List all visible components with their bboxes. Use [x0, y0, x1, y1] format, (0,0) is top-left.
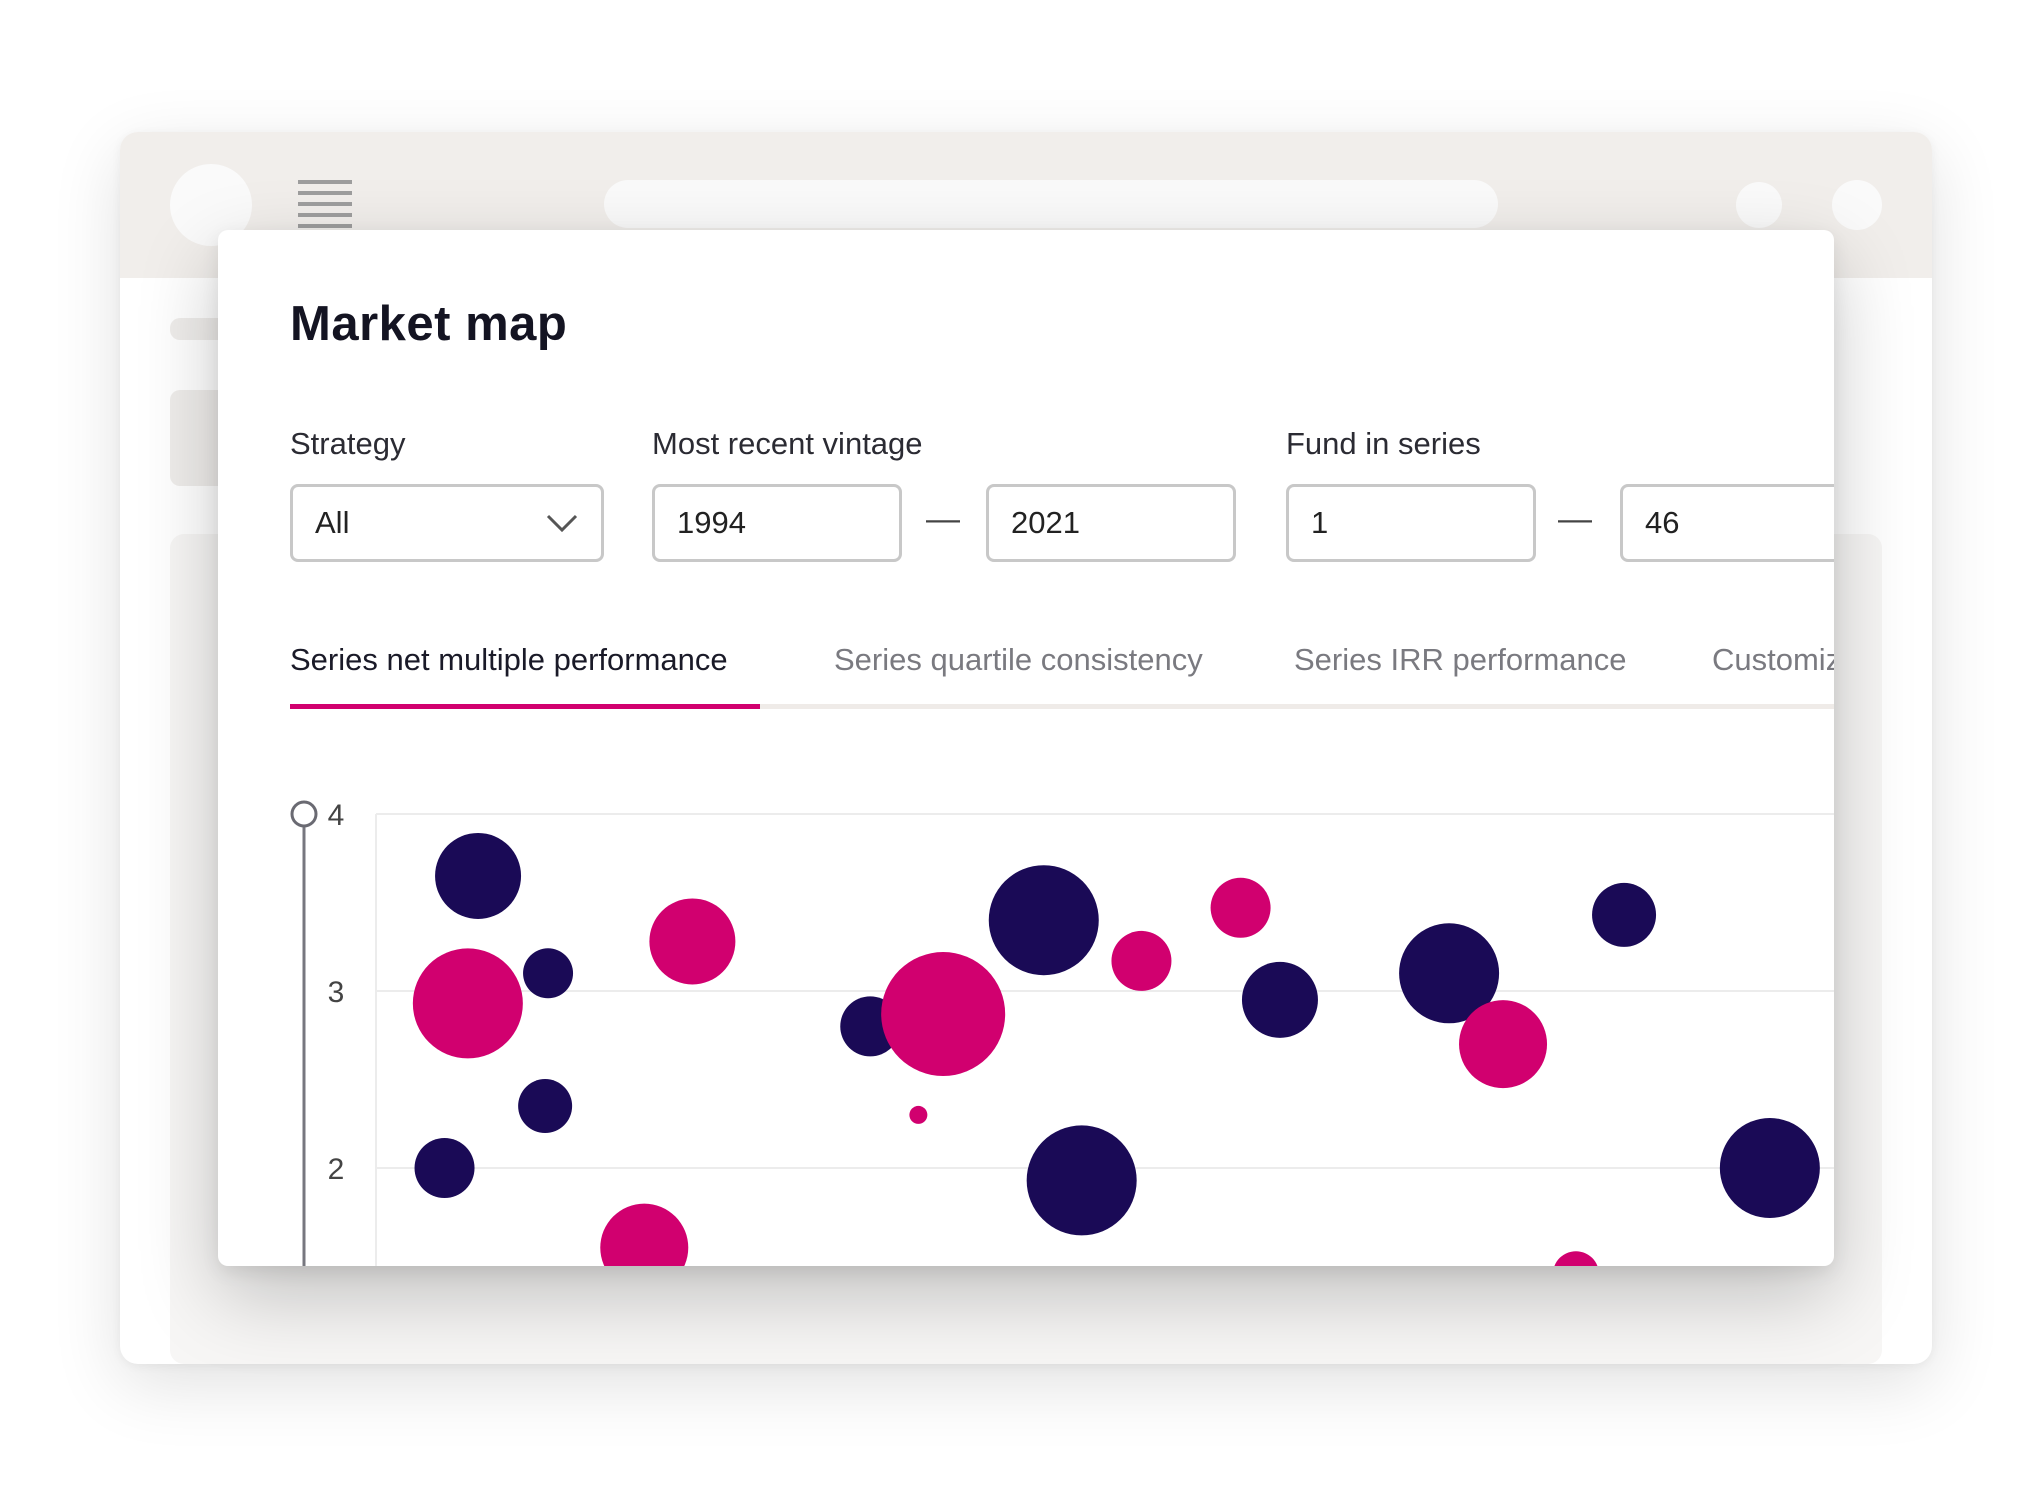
bubble[interactable] [909, 1105, 928, 1124]
bubble[interactable] [414, 1138, 475, 1198]
browser-button[interactable] [1736, 182, 1782, 228]
bubble[interactable] [1719, 1118, 1820, 1218]
tab-series-quartile-consistency[interactable]: Series quartile consistency [834, 642, 1203, 678]
bubble[interactable] [988, 865, 1099, 976]
chevron-down-icon [546, 514, 578, 533]
vintage-to-input[interactable] [986, 484, 1236, 562]
bubble[interactable] [1210, 877, 1271, 938]
fund-series-to-input[interactable] [1620, 484, 1834, 562]
bubble[interactable] [1459, 1000, 1548, 1089]
fund-series-from-input[interactable] [1286, 484, 1536, 562]
range-separator: — [1558, 500, 1592, 538]
tab-customize[interactable]: Customiz [1712, 642, 1834, 678]
chart-tabs: Series net multiple performance Series q… [290, 642, 1834, 724]
bubble[interactable] [412, 948, 523, 1059]
y-tick-label: 4 [328, 799, 345, 832]
strategy-label: Strategy [290, 426, 406, 461]
vintage-from-input[interactable] [652, 484, 902, 562]
y-tick-label: 3 [328, 976, 345, 1009]
range-separator: — [926, 500, 960, 538]
bubble[interactable] [1592, 882, 1657, 947]
tab-series-net-multiple[interactable]: Series net multiple performance [290, 642, 728, 678]
bubble[interactable] [1241, 961, 1318, 1038]
tab-series-irr-performance[interactable]: Series IRR performance [1294, 642, 1627, 678]
browser-button[interactable] [1832, 180, 1882, 230]
market-map-card: Market map Strategy All Most recent vint… [218, 230, 1834, 1266]
address-bar[interactable] [604, 180, 1498, 228]
slider-handle[interactable] [290, 800, 318, 828]
bubble[interactable] [1111, 930, 1172, 991]
bubble[interactable] [881, 952, 1006, 1077]
bubble[interactable] [1553, 1251, 1599, 1266]
bubble[interactable] [600, 1203, 689, 1266]
bubble-chart: 4 3 2 [290, 799, 1834, 1266]
bubble[interactable] [1026, 1125, 1137, 1236]
strategy-value: All [315, 505, 350, 540]
bubble[interactable] [518, 1079, 573, 1134]
y-tick-label: 2 [328, 1153, 345, 1186]
page-title: Market map [290, 297, 568, 351]
strategy-select[interactable]: All [290, 484, 604, 562]
vintage-label: Most recent vintage [652, 426, 923, 461]
fund-series-label: Fund in series [1286, 426, 1481, 461]
bubble[interactable] [435, 832, 522, 919]
active-tab-indicator [290, 704, 760, 709]
bubble[interactable] [649, 898, 736, 985]
hamburger-icon[interactable] [298, 180, 352, 230]
bubble[interactable] [523, 948, 574, 999]
